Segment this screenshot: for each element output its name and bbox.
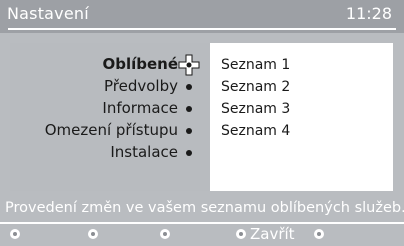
submenu-dot-icon (186, 84, 192, 90)
menu-item-presets[interactable]: Předvolby (10, 76, 210, 98)
red-button-icon[interactable] (10, 229, 20, 239)
title-divider (8, 28, 396, 30)
menu-item-label: Předvolby (104, 77, 178, 95)
menu-panel: Oblíbené Předvolby Informace Omezení pří… (10, 43, 393, 191)
favorite-list-item[interactable]: Seznam 4 (221, 120, 391, 142)
option-button-icon[interactable] (314, 229, 324, 239)
menu-item-information[interactable]: Informace (10, 98, 210, 120)
yellow-button-icon[interactable] (160, 229, 170, 239)
submenu-dot-icon (186, 128, 192, 134)
menu-item-installation[interactable]: Instalace (10, 142, 210, 164)
close-button-label[interactable]: Zavřít (250, 225, 295, 243)
menu-item-label: Oblíbené (102, 55, 178, 73)
favorites-list-pane: Seznam 1 Seznam 2 Seznam 3 Seznam 4 (221, 54, 391, 142)
clock: 11:28 (345, 4, 392, 23)
menu-item-label: Informace (102, 99, 178, 117)
green-button-icon[interactable] (88, 229, 98, 239)
menu-item-access-restriction[interactable]: Omezení přístupu (10, 120, 210, 142)
favorite-list-item[interactable]: Seznam 2 (221, 76, 391, 98)
menu-list-pane: Oblíbené Předvolby Informace Omezení pří… (10, 43, 210, 191)
menu-title: Nastavení (7, 4, 89, 23)
info-bar: Provedení změn ve vašem seznamu oblíbený… (0, 198, 404, 222)
tv-menu-screen: Nastavení 11:28 Oblíbené Předvolby Infor… (0, 0, 404, 246)
menu-item-label: Omezení přístupu (44, 121, 178, 139)
favorite-list-item[interactable]: Seznam 1 (221, 54, 391, 76)
favorite-list-item[interactable]: Seznam 3 (221, 98, 391, 120)
remote-button-bar: Zavřít (0, 224, 404, 246)
menu-item-label: Instalace (110, 143, 178, 161)
submenu-dot-icon (186, 150, 192, 156)
submenu-dot-icon (186, 106, 192, 112)
menu-item-favorites[interactable]: Oblíbené (10, 54, 210, 76)
title-bar: Nastavení 11:28 (0, 0, 404, 33)
blue-button-icon[interactable] (236, 229, 246, 239)
navigation-cross-icon (178, 54, 200, 76)
menu-list: Oblíbené Předvolby Informace Omezení pří… (10, 54, 210, 164)
help-text: Provedení změn ve vašem seznamu oblíbený… (5, 200, 404, 216)
